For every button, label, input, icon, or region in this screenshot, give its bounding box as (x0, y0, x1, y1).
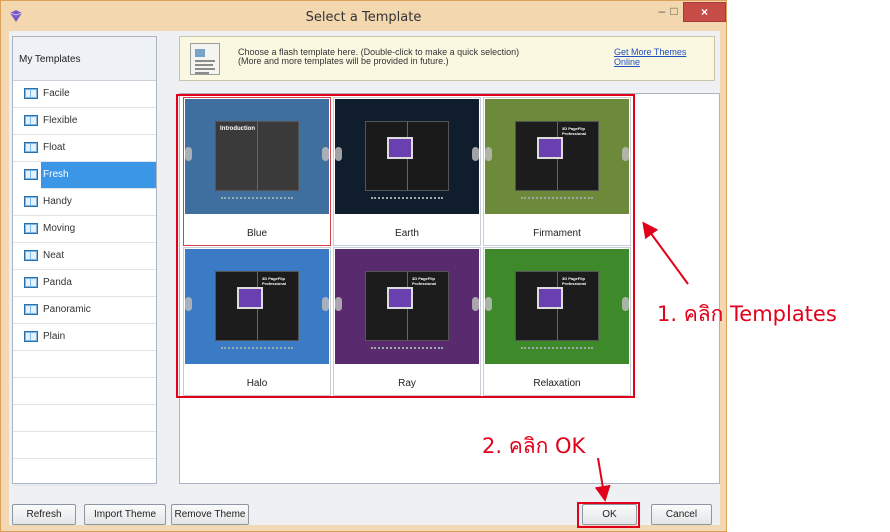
empty-row (13, 459, 156, 486)
window-title: Select a Template (305, 10, 422, 25)
template-icon (24, 223, 38, 234)
empty-row (13, 405, 156, 432)
template-icon (24, 142, 38, 153)
sidebar-item-label: Neat (43, 250, 65, 261)
template-icon (24, 331, 38, 342)
templates-highlight-box (176, 94, 635, 398)
get-more-themes-link[interactable]: Get More Themes Online (614, 47, 714, 67)
template-category-list[interactable]: My Templates Facile Flexible Float Fresh… (12, 36, 157, 486)
sidebar-item-label: Plain (43, 331, 66, 342)
refresh-button[interactable]: Refresh (12, 504, 76, 525)
template-icon (24, 196, 38, 207)
sidebar-item-panda[interactable]: Panda (13, 270, 156, 297)
cancel-button[interactable]: Cancel (651, 504, 712, 525)
sidebar-item-label: Fresh (43, 169, 69, 180)
sidebar-item-float[interactable]: Float (13, 135, 156, 162)
template-icon (24, 88, 38, 99)
close-button[interactable]: × (683, 2, 726, 22)
sidebar-item-label: Panoramic (43, 304, 91, 315)
sidebar-header: My Templates (13, 37, 156, 81)
template-icon (24, 169, 38, 180)
sidebar-item-plain[interactable]: Plain (13, 324, 156, 351)
sidebar-item-label: Flexible (43, 115, 78, 126)
annotation-step1: 1. คลิก Templates (657, 302, 837, 326)
remove-theme-button[interactable]: Remove Theme (171, 504, 249, 525)
sidebar-item-moving[interactable]: Moving (13, 216, 156, 243)
sidebar-item-label: Float (43, 142, 66, 153)
document-icon (190, 43, 220, 75)
sidebar-item-panoramic[interactable]: Panoramic (13, 297, 156, 324)
empty-row (13, 378, 156, 405)
sidebar-item-fresh[interactable]: Fresh (24, 162, 156, 189)
empty-row (13, 432, 156, 459)
sidebar-item-neat[interactable]: Neat (13, 243, 156, 270)
sidebar-item-facile[interactable]: Facile (13, 81, 156, 108)
import-theme-button[interactable]: Import Theme (84, 504, 166, 525)
sidebar-item-label: Facile (43, 88, 70, 99)
annotation-step2: 2. คลิก OK (482, 434, 586, 458)
title-bar[interactable]: Select a Template – □ × (1, 1, 726, 31)
template-icon (24, 115, 38, 126)
template-icon (24, 277, 38, 288)
sidebar-item-label: Panda (43, 277, 72, 288)
info-banner: Choose a flash template here. (Double-cl… (179, 36, 715, 81)
template-icon (24, 250, 38, 261)
template-icon (24, 304, 38, 315)
info-text-line2: (More and more templates will be provide… (238, 56, 449, 66)
sidebar-item-handy[interactable]: Handy (13, 189, 156, 216)
sidebar-item-flexible[interactable]: Flexible (13, 108, 156, 135)
ok-highlight-box (577, 502, 640, 528)
sidebar-item-label: Handy (43, 196, 72, 207)
empty-row (13, 351, 156, 378)
sidebar-item-label: Moving (43, 223, 76, 234)
